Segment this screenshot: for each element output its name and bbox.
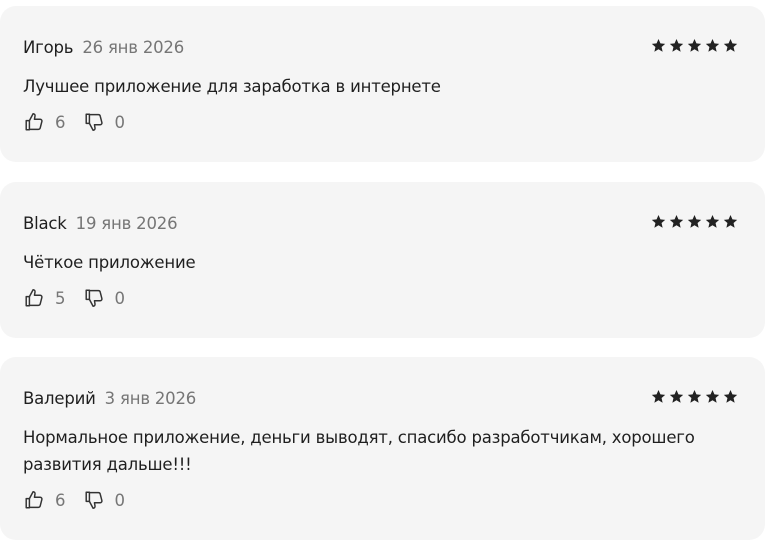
star-icon [669,214,684,228]
review-votes: 5 0 [23,287,142,309]
review-card: Black 19 янв 2026 Чёткое приложение 5 0 [0,182,765,338]
star-icon [651,214,666,228]
dislike-button[interactable]: 0 [83,111,126,133]
star-icon [687,38,702,52]
thumbs-up-icon [25,289,43,307]
like-button[interactable]: 6 [23,111,66,133]
thumbs-up-icon [25,113,43,131]
star-icon [705,389,720,403]
review-date: 26 янв 2026 [82,38,185,57]
review-author: Black [23,214,67,233]
star-icon [669,38,684,52]
rating-stars [651,38,738,53]
review-header: Black 19 янв 2026 [23,214,178,233]
review-votes: 6 0 [23,111,142,133]
thumbs-down-icon [84,113,103,131]
review-author: Валерий [23,389,96,408]
star-icon [651,38,666,52]
review-text: Чёткое приложение [23,253,196,272]
review-header: Валерий 3 янв 2026 [23,389,196,408]
like-count: 6 [55,112,66,132]
thumbs-down-icon [84,289,103,307]
review-text: Лучшее приложение для заработка в интерн… [23,77,441,96]
star-icon [669,389,684,403]
dislike-button[interactable]: 0 [83,489,126,511]
dislike-count: 0 [114,288,126,308]
review-card: Игорь 26 янв 2026 Лучшее приложение для … [0,6,765,162]
dislike-count: 0 [114,490,126,510]
like-button[interactable]: 5 [23,287,66,309]
dislike-count: 0 [114,112,126,132]
star-icon [723,214,738,228]
rating-stars [651,389,738,404]
review-author: Игорь [23,38,74,57]
star-icon [705,214,720,228]
rating-stars [651,214,738,229]
dislike-button[interactable]: 0 [83,287,126,309]
review-card: Валерий 3 янв 2026 Нормальное приложение… [0,357,765,540]
reviews-list: Игорь 26 янв 2026 Лучшее приложение для … [0,0,771,544]
thumbs-up-icon [25,491,43,509]
review-header: Игорь 26 янв 2026 [23,38,184,57]
star-icon [723,38,738,52]
like-count: 5 [55,288,66,308]
thumbs-down-icon [84,491,103,509]
star-icon [651,389,666,403]
review-votes: 6 0 [23,489,142,511]
review-date: 19 янв 2026 [75,214,178,233]
star-icon [687,389,702,403]
star-icon [723,389,738,403]
like-button[interactable]: 6 [23,489,66,511]
review-text: Нормальное приложение, деньги выводят, с… [23,428,695,474]
star-icon [705,38,720,52]
star-icon [687,214,702,228]
review-date: 3 янв 2026 [104,389,197,408]
like-count: 6 [55,490,66,510]
